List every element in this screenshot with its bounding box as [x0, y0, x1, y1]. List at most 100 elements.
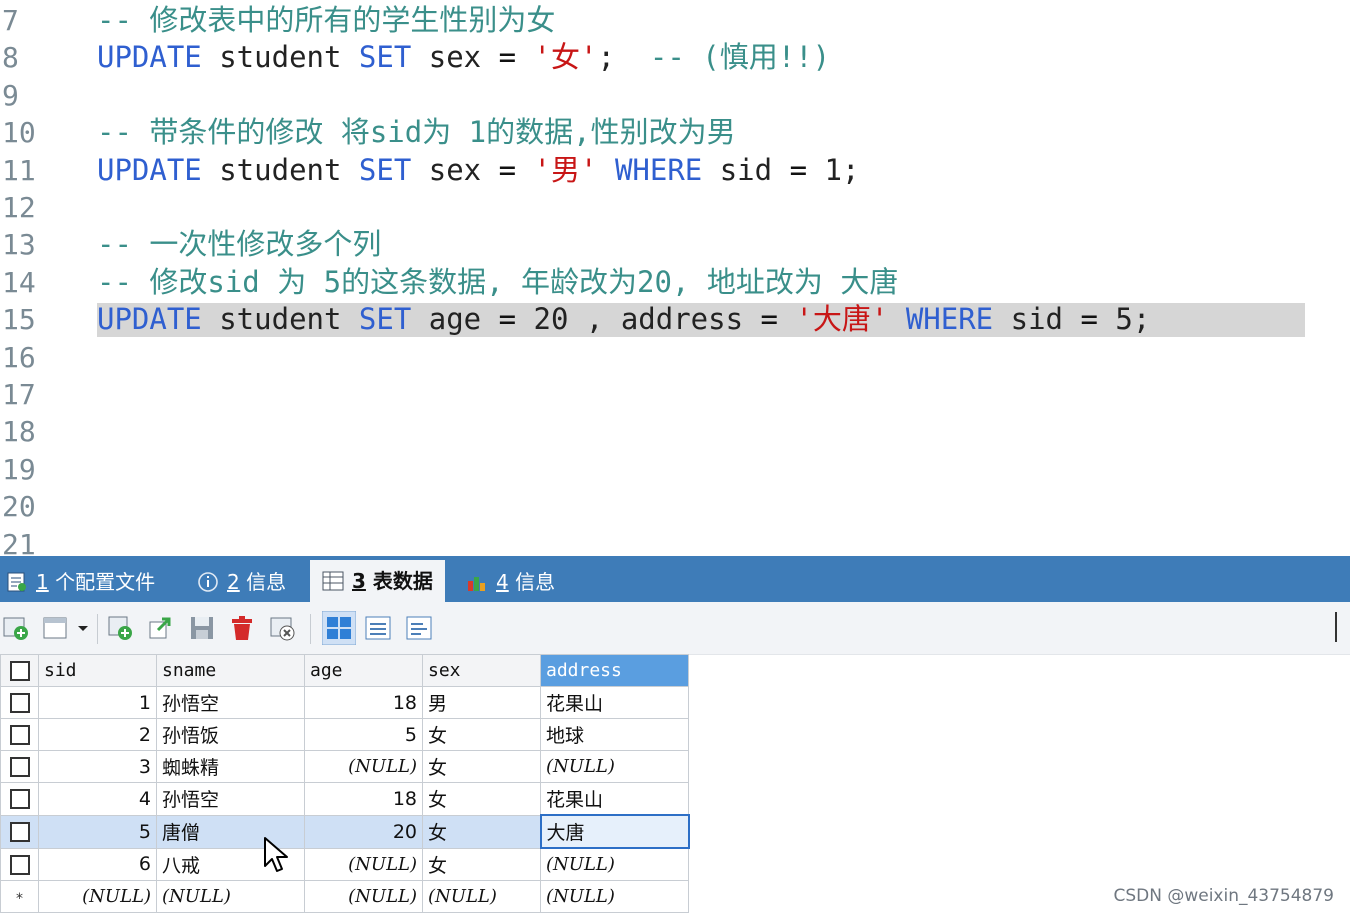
cell-sex[interactable]: 女 [422, 782, 541, 816]
row-checkbox[interactable] [0, 686, 39, 719]
cell-address[interactable]: 大唐 [539, 814, 690, 849]
line-number: 15 [2, 303, 36, 337]
row-checkbox[interactable] [0, 782, 39, 816]
column-header-address[interactable]: address [540, 654, 689, 687]
code-line[interactable]: 16 [0, 339, 1350, 376]
code-line[interactable]: 20 [0, 488, 1350, 525]
sql-token: = [789, 152, 808, 187]
cell-sex[interactable]: 女 [422, 718, 541, 751]
select-all-checkbox[interactable] [0, 654, 39, 687]
cell-sex[interactable]: (NULL) [422, 880, 541, 913]
column-header-sex[interactable]: sex [422, 654, 541, 687]
cell-age[interactable]: 18 [304, 782, 423, 816]
cell-sid[interactable]: 1 [38, 686, 157, 719]
column-header-sid[interactable]: sid [38, 654, 157, 687]
new-row-marker[interactable]: * [0, 880, 39, 913]
cell-sex[interactable]: 女 [422, 750, 541, 783]
code-line[interactable]: 7 -- 修改表中的所有的学生性别为女 [0, 2, 1350, 39]
code-line[interactable]: 14 -- 修改sid 为 5的这条数据, 年龄改为20, 地址改为 大唐 [0, 264, 1350, 301]
cell-age[interactable]: (NULL) [304, 880, 423, 913]
cell-sex[interactable]: 女 [422, 847, 541, 881]
info-icon [198, 571, 218, 592]
cell-sex[interactable]: 男 [422, 686, 541, 719]
add-row-icon[interactable] [2, 614, 30, 642]
tab-3[interactable]: 3 表数据 [310, 560, 445, 602]
code-text: -- 带条件的修改 将sid为 1的数据,性别改为男 [97, 114, 736, 151]
cell-age[interactable]: (NULL) [304, 750, 423, 783]
table-row[interactable]: 3 蜘蛛精 (NULL) 女 (NULL) [0, 750, 689, 783]
table-row[interactable]: 6 八戒 (NULL) 女 (NULL) [0, 847, 689, 881]
code-line[interactable]: 10 -- 带条件的修改 将sid为 1的数据,性别改为男 [0, 114, 1350, 151]
table-row[interactable]: 1 孙悟空 18 男花果山 [0, 686, 689, 719]
table-row[interactable]: 4 孙悟空 18 女花果山 [0, 782, 689, 816]
cell-sname[interactable]: (NULL) [156, 880, 305, 913]
sql-token: = [760, 302, 778, 337]
cell-sid[interactable]: 3 [38, 750, 157, 783]
save-icon[interactable] [188, 614, 216, 642]
cell-age[interactable]: 18 [304, 686, 423, 719]
code-line[interactable]: 11 UPDATE student SET sex = '男' WHERE sid… [0, 152, 1350, 189]
text-view-icon[interactable] [405, 614, 433, 642]
column-header-age[interactable]: age [304, 654, 423, 687]
cell-address[interactable]: (NULL) [540, 880, 689, 913]
line-number: 8 [2, 41, 19, 75]
table-row[interactable]: 2 孙悟饭 5 女地球 [0, 718, 689, 751]
code-line[interactable]: 12 [0, 189, 1350, 226]
code-line[interactable]: 21 [0, 526, 1350, 556]
toolbar-divider [1335, 612, 1337, 642]
line-number: 10 [2, 116, 36, 150]
options-dropdown-icon[interactable] [42, 614, 90, 642]
code-line[interactable]: 8 UPDATE student SET sex = '女'; -- (慎用!!) [0, 39, 1350, 76]
code-line[interactable]: 9 [0, 77, 1350, 114]
line-number: 17 [2, 378, 36, 411]
row-checkbox[interactable] [0, 847, 39, 881]
cell-sid[interactable]: 2 [38, 718, 157, 751]
result-tabs: 1 个配置文件 2 信息 3 表数据 4 信息 [0, 556, 1350, 602]
cell-sid[interactable]: (NULL) [38, 880, 157, 913]
cell-address[interactable]: 花果山 [540, 782, 689, 816]
cell-sname[interactable]: 孙悟饭 [156, 718, 305, 751]
code-line[interactable]: 17 [0, 376, 1350, 413]
tab-label: 表数据 [365, 569, 433, 593]
cell-age[interactable]: 20 [304, 814, 423, 849]
tab-2[interactable]: 2 信息 [197, 562, 286, 602]
row-checkbox[interactable] [0, 814, 39, 849]
code-line[interactable]: 19 [0, 451, 1350, 488]
cell-sid[interactable]: 6 [38, 847, 157, 881]
cell-sname[interactable]: 孙悟空 [156, 686, 305, 719]
table-row[interactable]: * (NULL) (NULL) (NULL) (NULL) (NULL) [0, 880, 689, 913]
tab-4[interactable]: 4 信息 [466, 562, 555, 602]
cell-sname[interactable]: 蜘蛛精 [156, 750, 305, 783]
delete-icon[interactable] [228, 614, 256, 642]
sql-token: sid [993, 302, 1081, 337]
sql-token: sex [411, 152, 499, 187]
export-icon[interactable] [146, 614, 174, 642]
form-view-icon[interactable] [364, 614, 392, 642]
sql-editor[interactable]: 7 -- 修改表中的所有的学生性别为女 8 UPDATE student SET se… [0, 0, 1350, 556]
row-checkbox[interactable] [0, 750, 39, 783]
cell-sid[interactable]: 5 [38, 814, 157, 849]
code-line[interactable]: 15 UPDATE student SET age = 20 , address … [0, 301, 1350, 338]
code-line[interactable]: 18 [0, 413, 1350, 450]
tab-1[interactable]: 1 个配置文件 [6, 562, 155, 602]
cell-address[interactable]: 地球 [540, 718, 689, 751]
cancel-icon[interactable] [268, 614, 296, 642]
table-row[interactable]: 5 唐僧 20 女大唐 [0, 814, 690, 849]
cell-address[interactable]: (NULL) [540, 750, 689, 783]
cell-age[interactable]: 5 [304, 718, 423, 751]
row-checkbox[interactable] [0, 718, 39, 751]
cell-sex[interactable]: 女 [422, 814, 541, 849]
cell-age[interactable]: (NULL) [304, 847, 423, 881]
code-line[interactable]: 13 -- 一次性修改多个列 [0, 226, 1350, 263]
cell-sid[interactable]: 4 [38, 782, 157, 816]
cell-address[interactable]: (NULL) [540, 847, 689, 881]
cell-sname[interactable]: 孙悟空 [156, 782, 305, 816]
duplicate-row-icon[interactable] [106, 614, 134, 642]
table-data-grid[interactable]: sid sname age sex address 1 孙悟空 18 男花果山 2 孙悟饭 5 女地球… [0, 654, 692, 913]
column-header-sname[interactable]: sname [156, 654, 305, 687]
grid-view-icon[interactable] [322, 611, 356, 645]
cell-address[interactable]: 花果山 [540, 686, 689, 719]
